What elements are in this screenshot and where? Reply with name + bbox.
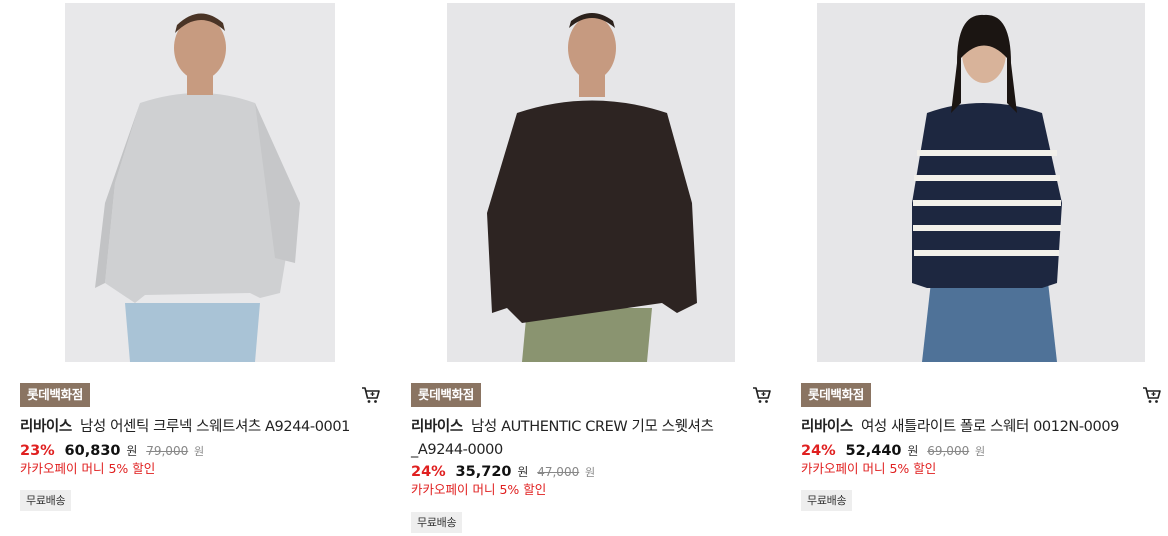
product-name: 여성 새틀라이트 폴로 스웨터 0012N-0009 (860, 419, 1119, 435)
discount-rate: 24% (801, 443, 836, 459)
brand-name: 리바이스 (411, 419, 463, 435)
sale-price: 52,440 (845, 443, 902, 459)
currency-unit: 원 (126, 444, 138, 458)
product-card[interactable]: 롯데백화점 리바이스 남성 어센틱 크루넥 스웨트셔츠 A9244-0001 2… (20, 0, 390, 536)
product-photo-dark-sweatshirt (447, 3, 735, 362)
discount-rate: 23% (20, 443, 55, 459)
original-currency-unit: 원 (194, 445, 205, 458)
add-to-cart-button[interactable] (360, 384, 382, 406)
store-badge: 롯데백화점 (411, 383, 482, 407)
shipping-badge: 무료배송 (801, 490, 853, 511)
original-price: 47,000 (537, 465, 580, 479)
cart-icon (1143, 387, 1161, 403)
store-badge: 롯데백화점 (20, 383, 91, 407)
product-photo-grey-sweatshirt (65, 3, 335, 362)
brand-name: 리바이스 (801, 419, 853, 435)
original-price: 79,000 (146, 444, 189, 458)
price-row: 24% 35,720 원 47,000 원 (411, 462, 595, 483)
cart-icon (362, 387, 380, 403)
product-photo-striped-sweater (817, 3, 1145, 362)
product-grid: 롯데백화점 리바이스 남성 어센틱 크루넥 스웨트셔츠 A9244-0001 2… (0, 0, 1168, 536)
promo-text: 카카오페이 머니 5% 할인 (20, 461, 156, 476)
promo-text: 카카오페이 머니 5% 할인 (411, 482, 547, 497)
product-image[interactable] (447, 3, 735, 362)
discount-rate: 24% (411, 464, 446, 480)
store-badge: 롯데백화점 (801, 383, 872, 407)
original-currency-unit: 원 (585, 466, 596, 479)
add-to-cart-button[interactable] (1141, 384, 1163, 406)
promo-text: 카카오페이 머니 5% 할인 (801, 461, 937, 476)
currency-unit: 원 (907, 444, 919, 458)
shipping-badge: 무료배송 (20, 490, 72, 511)
product-title[interactable]: 리바이스 남성 AUTHENTIC CREW 기모 스웻셔츠 _A9244-00… (411, 416, 751, 462)
product-name: 남성 어센틱 크루넥 스웨트셔츠 A9244-0001 (79, 419, 350, 435)
original-currency-unit: 원 (975, 445, 986, 458)
sale-price: 35,720 (455, 464, 512, 480)
currency-unit: 원 (517, 465, 529, 479)
product-image[interactable] (65, 3, 335, 362)
price-row: 23% 60,830 원 79,000 원 (20, 441, 204, 462)
original-price: 69,000 (927, 444, 970, 458)
cart-icon (753, 387, 771, 403)
product-card[interactable]: 롯데백화점 리바이스 여성 새틀라이트 폴로 스웨터 0012N-0009 24… (801, 0, 1168, 536)
product-image[interactable] (817, 3, 1145, 362)
price-row: 24% 52,440 원 69,000 원 (801, 441, 985, 462)
product-title[interactable]: 리바이스 여성 새틀라이트 폴로 스웨터 0012N-0009 (801, 416, 1141, 439)
product-title[interactable]: 리바이스 남성 어센틱 크루넥 스웨트셔츠 A9244-0001 (20, 416, 360, 439)
product-card[interactable]: 롯데백화점 리바이스 남성 AUTHENTIC CREW 기모 스웻셔츠 _A9… (411, 0, 781, 536)
shipping-badge: 무료배송 (411, 512, 463, 533)
add-to-cart-button[interactable] (751, 384, 773, 406)
brand-name: 리바이스 (20, 419, 72, 435)
sale-price: 60,830 (64, 443, 121, 459)
